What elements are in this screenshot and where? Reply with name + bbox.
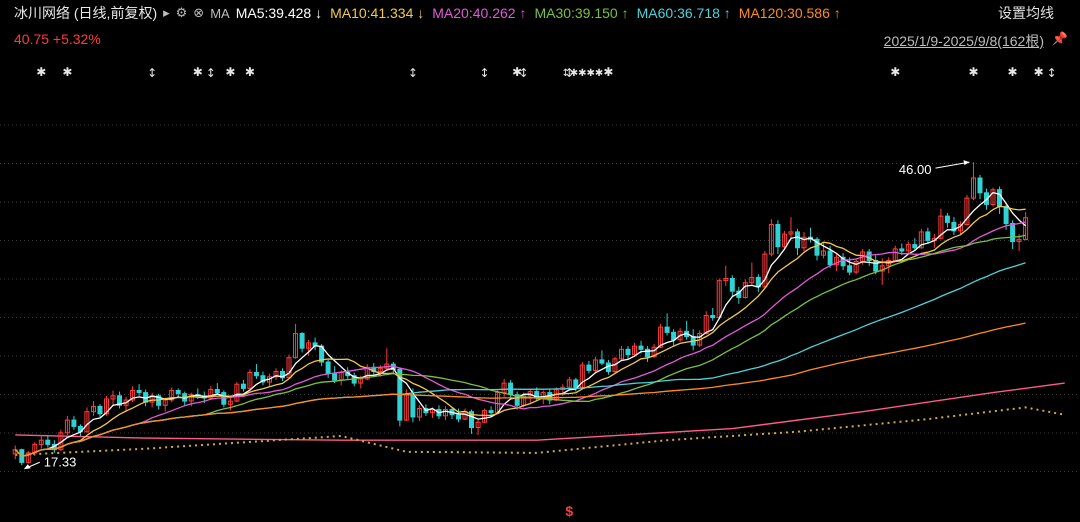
event-star-icon: ✱ xyxy=(245,65,255,79)
event-arrow-icon: ↕ xyxy=(1047,66,1057,80)
event-dense-icon: ↕✱✱✱✱ xyxy=(561,68,603,79)
event-arrow-icon: ↕ xyxy=(480,66,490,80)
ma250-line xyxy=(15,382,1065,441)
candle xyxy=(45,439,51,445)
event-arrow-icon: ↕ xyxy=(206,66,216,80)
event-arrow-icon: ↕ xyxy=(408,66,418,80)
candle xyxy=(456,414,461,420)
event-star-icon: ✱ xyxy=(193,65,203,79)
event-star-icon: ✱ xyxy=(1008,65,1018,79)
candle xyxy=(729,278,735,292)
candle xyxy=(175,390,181,395)
candle xyxy=(332,373,338,381)
candle xyxy=(775,224,781,248)
event-arrow-icon: ↕ xyxy=(519,66,529,80)
candle xyxy=(488,410,494,414)
candle xyxy=(136,390,142,394)
event-star-icon: ✱ xyxy=(890,65,900,79)
candle xyxy=(710,315,716,319)
candle xyxy=(925,231,931,241)
candle xyxy=(299,332,305,349)
candle xyxy=(847,265,853,273)
ma-line-ma20 xyxy=(14,221,1026,457)
candle xyxy=(325,361,331,375)
candle xyxy=(664,326,670,333)
candle xyxy=(240,383,246,389)
high-arrow-icon xyxy=(963,160,970,166)
candle xyxy=(899,248,905,252)
candle xyxy=(1003,206,1009,225)
candle xyxy=(97,405,103,415)
candle xyxy=(944,215,950,223)
stock-chart-view: { "header": { "title": "冰川网络 (日线,前复权)", … xyxy=(0,0,1080,522)
event-star-icon: ✱ xyxy=(603,65,613,79)
high-label: 46.00 xyxy=(899,162,932,177)
event-star-icon: ✱ xyxy=(225,65,235,79)
candlestick-chart[interactable]: ✱ ✱ ✱ ✱ ✱ ✱ ✱ ✱ ✱ ✱ ✱↕ ↕ ↕ ↕ ↕ ↕ ↕↕✱✱✱✱46.0017.33$ xyxy=(0,0,1080,522)
candle xyxy=(71,419,77,427)
event-arrow-icon: ↕ xyxy=(147,66,157,80)
candle xyxy=(599,359,605,364)
candle xyxy=(997,189,1002,208)
event-star-icon: ✱ xyxy=(36,65,46,79)
sell-signal-icon: $ xyxy=(565,503,573,519)
candle xyxy=(214,389,220,394)
candle xyxy=(645,348,650,358)
candle xyxy=(912,244,918,249)
event-star-icon: ✱ xyxy=(968,65,978,79)
candle xyxy=(827,250,833,266)
candle xyxy=(253,372,259,377)
event-star-icon: ✱ xyxy=(62,65,72,79)
candle xyxy=(977,177,983,194)
candle xyxy=(795,231,800,249)
candle xyxy=(638,345,644,350)
candle xyxy=(1010,223,1016,242)
candle xyxy=(586,364,592,371)
candle xyxy=(625,348,631,356)
ma-line-ma60 xyxy=(14,262,1026,457)
candle xyxy=(873,260,879,272)
ma-gold-line xyxy=(15,406,1065,456)
ma-line-ma10 xyxy=(14,205,1026,457)
event-star-icon: ✱ xyxy=(1034,65,1044,79)
low-label: 17.33 xyxy=(44,454,77,469)
candle xyxy=(410,394,416,418)
ma-line-ma5 xyxy=(14,191,1027,457)
